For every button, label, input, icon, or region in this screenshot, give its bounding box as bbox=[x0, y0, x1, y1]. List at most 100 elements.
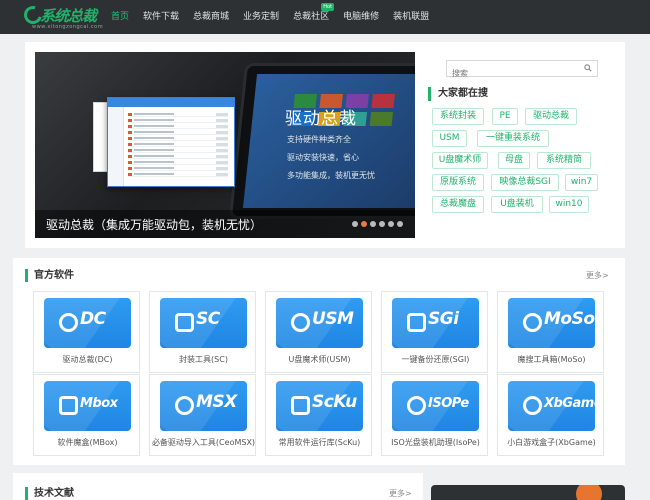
sgi-logo: SGi bbox=[392, 298, 479, 348]
banner-line-1: 支持硬件种类齐全 bbox=[287, 135, 351, 144]
hot-tag[interactable]: PE bbox=[492, 108, 518, 125]
main-nav: 首页 软件下载 总裁商城 业务定制 总裁社区 Hot 电脑维修 装机联盟 bbox=[104, 0, 436, 34]
software-tile-msx[interactable]: MSX 必备驱动导入工具(CeoMSX) bbox=[149, 374, 256, 456]
tile-label: 软件魔盒(MBox) bbox=[57, 438, 118, 447]
hot-tag[interactable]: win7 bbox=[565, 174, 598, 191]
tile-label: 必备驱动导入工具(CeoMSX) bbox=[151, 438, 256, 447]
msx-logo: MSX bbox=[160, 381, 247, 431]
nav-home[interactable]: 首页 bbox=[104, 0, 136, 34]
search-box bbox=[446, 60, 598, 81]
isope-logo: ISOPe bbox=[392, 381, 479, 431]
banner-line-3: 多功能集成，装机更无忧 bbox=[287, 171, 375, 180]
docs-more-link[interactable]: 更多> bbox=[389, 488, 412, 499]
hot-tag[interactable]: U盘装机 bbox=[491, 196, 543, 213]
nav-alliance[interactable]: 装机联盟 bbox=[386, 0, 436, 34]
tile-label: 魔搜工具箱(MoSo) bbox=[517, 355, 586, 364]
hero-card: 驱动总裁 支持硬件种类齐全 驱动安装快速，省心 多功能集成，装机更无忧 驱动总裁… bbox=[25, 42, 625, 248]
slide-dot-3[interactable] bbox=[370, 221, 376, 227]
hot-badge: Hot bbox=[321, 3, 335, 11]
hot-search-title: 大家都在搜 bbox=[428, 87, 488, 101]
nav-community[interactable]: 总裁社区 Hot bbox=[286, 0, 336, 34]
tile-brand: USM bbox=[312, 309, 354, 329]
slide-dot-1[interactable] bbox=[352, 221, 358, 227]
tech-docs-section: 技术文献 更多> bbox=[13, 473, 423, 500]
software-more-link[interactable]: 更多> bbox=[586, 270, 609, 281]
code-icon bbox=[291, 396, 310, 415]
hot-tag[interactable]: 原版系统 bbox=[432, 174, 484, 191]
magnifier-icon bbox=[523, 313, 542, 332]
tile-label: U盘魔术师(USM) bbox=[288, 355, 351, 364]
sc-logo: SC bbox=[160, 298, 247, 348]
banner-caption[interactable]: 驱动总裁（集成万能驱动包，装机无忧） bbox=[46, 216, 262, 233]
mbox-logo: Mbox bbox=[44, 381, 131, 431]
hot-tag[interactable]: 驱动总裁 bbox=[525, 108, 577, 125]
tile-brand: DC bbox=[80, 309, 106, 329]
hot-tag[interactable]: 一键重装系统 bbox=[477, 130, 549, 147]
banner-caption-bar: 驱动总裁（集成万能驱动包，装机无忧） bbox=[35, 210, 415, 238]
nav-community-label: 总裁社区 bbox=[293, 12, 330, 22]
promo-card[interactable] bbox=[431, 485, 625, 500]
hot-tag[interactable]: U盘魔术师 bbox=[432, 152, 488, 169]
scku-logo: ScKu bbox=[276, 381, 363, 431]
slide-dot-4[interactable] bbox=[379, 221, 385, 227]
hot-tag[interactable]: 总裁魔盘 bbox=[432, 196, 484, 213]
software-tile-sgi[interactable]: SGi 一键备份还原(SGI) bbox=[381, 291, 488, 373]
tile-brand: ScKu bbox=[312, 392, 357, 412]
official-software-section: 官方软件 更多> DC 驱动总裁(DC) SC 封装工具(SC) USM U盘魔… bbox=[13, 258, 625, 465]
software-tile-dc[interactable]: DC 驱动总裁(DC) bbox=[33, 291, 140, 373]
app-window-illustration bbox=[107, 97, 235, 187]
software-tile-usm[interactable]: USM U盘魔术师(USM) bbox=[265, 291, 372, 373]
banner-title: 驱动总裁 bbox=[285, 109, 357, 129]
nav-mall[interactable]: 总裁商城 bbox=[186, 0, 236, 34]
box-icon bbox=[59, 396, 78, 415]
gear-icon bbox=[59, 313, 78, 332]
hot-tag[interactable]: 母盘 bbox=[498, 152, 530, 169]
tile-label: ISO光盘装机助理(IsoPe) bbox=[391, 438, 480, 447]
tile-brand: MoSo bbox=[544, 309, 595, 329]
hot-tag[interactable]: win10 bbox=[549, 196, 589, 213]
hot-tag[interactable]: 系统精简 bbox=[537, 152, 591, 169]
nav-repair[interactable]: 电脑维修 bbox=[336, 0, 386, 34]
tile-brand: Mbox bbox=[80, 396, 118, 411]
tile-brand: ISOPe bbox=[428, 396, 469, 411]
dc-logo: DC bbox=[44, 298, 131, 348]
tile-label: 一键备份还原(SGI) bbox=[401, 355, 470, 364]
tile-label: 小白游戏盒子(XbGame) bbox=[507, 438, 596, 447]
tile-brand: MSX bbox=[196, 392, 237, 412]
hot-tag[interactable]: USM bbox=[432, 130, 467, 147]
software-tile-sc[interactable]: SC 封装工具(SC) bbox=[149, 291, 256, 373]
package-icon bbox=[175, 313, 194, 332]
site-logo[interactable]: 系统总裁 www.xitongzongcai.com bbox=[20, 2, 103, 30]
moso-logo: MoSo bbox=[508, 298, 595, 348]
hot-tag[interactable]: 系统封装 bbox=[432, 108, 484, 125]
nav-software[interactable]: 软件下载 bbox=[136, 0, 186, 34]
logo-text: 系统总裁 bbox=[40, 7, 97, 25]
tile-brand: XbGame bbox=[544, 396, 595, 411]
top-navbar: 系统总裁 www.xitongzongcai.com 首页 软件下载 总裁商城 … bbox=[0, 0, 650, 34]
tile-brand: SC bbox=[196, 309, 220, 329]
chip-icon bbox=[175, 396, 194, 415]
usb-icon bbox=[291, 313, 310, 332]
software-tile-xbgame[interactable]: XbGame 小白游戏盒子(XbGame) bbox=[497, 374, 604, 456]
nav-custom[interactable]: 业务定制 bbox=[236, 0, 286, 34]
xbgame-logo: XbGame bbox=[508, 381, 595, 431]
slide-indicators bbox=[349, 221, 403, 227]
section-title: 技术文献 bbox=[25, 487, 74, 500]
search-input[interactable] bbox=[447, 66, 577, 81]
software-tile-isope[interactable]: ISOPe ISO光盘装机助理(IsoPe) bbox=[381, 374, 488, 456]
usm-logo: USM bbox=[276, 298, 363, 348]
hot-tag[interactable]: 映像总裁SGI bbox=[491, 174, 559, 191]
gamepad-icon bbox=[523, 396, 542, 415]
slide-dot-5[interactable] bbox=[388, 221, 394, 227]
software-tile-mbox[interactable]: Mbox 软件魔盒(MBox) bbox=[33, 374, 140, 456]
search-icon[interactable] bbox=[584, 64, 592, 72]
banner-carousel[interactable]: 驱动总裁 支持硬件种类齐全 驱动安装快速，省心 多功能集成，装机更无忧 驱动总裁… bbox=[35, 52, 415, 238]
software-tile-scku[interactable]: ScKu 常用软件运行库(ScKu) bbox=[265, 374, 372, 456]
slide-dot-2[interactable] bbox=[361, 221, 367, 227]
disc-icon bbox=[407, 396, 426, 415]
tile-label: 常用软件运行库(ScKu) bbox=[278, 438, 361, 447]
software-tile-moso[interactable]: MoSo 魔搜工具箱(MoSo) bbox=[497, 291, 604, 373]
restore-icon bbox=[407, 313, 426, 332]
section-title: 官方软件 bbox=[25, 269, 74, 282]
slide-dot-6[interactable] bbox=[397, 221, 403, 227]
